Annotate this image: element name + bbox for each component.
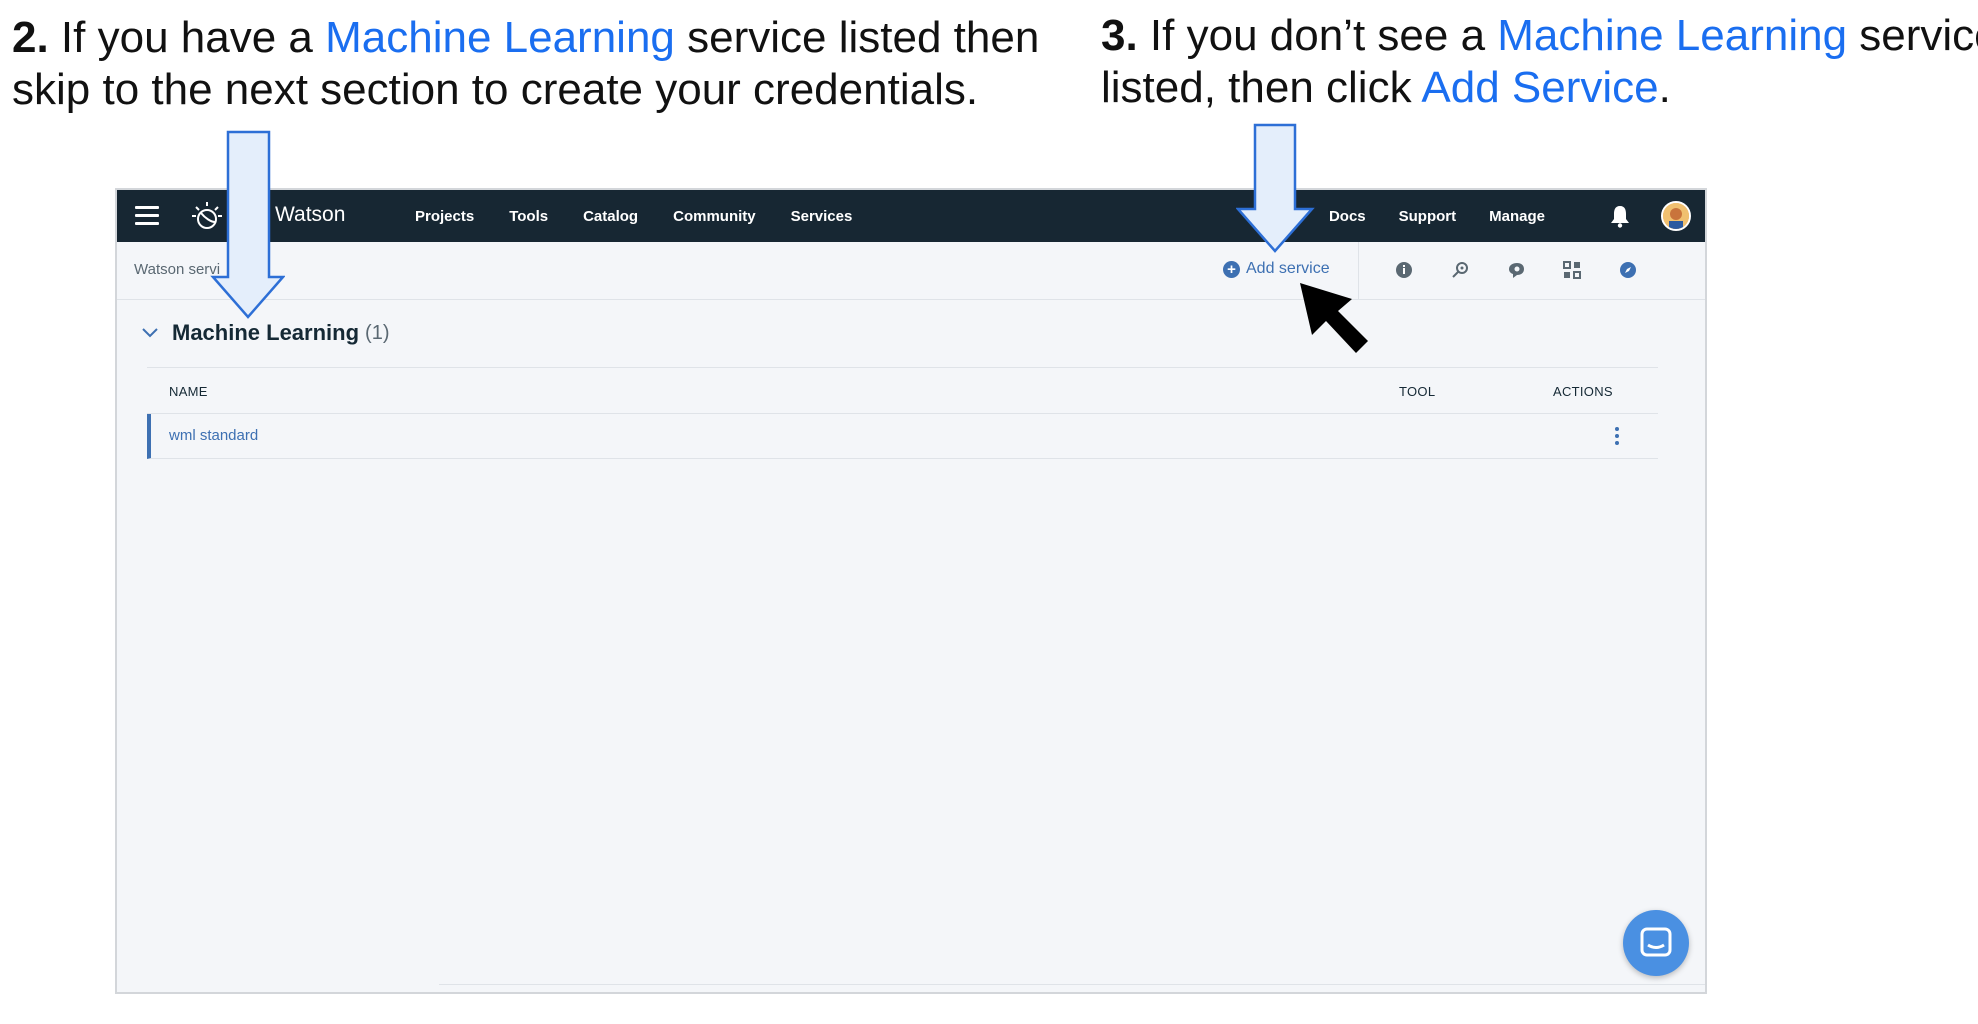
chat-icon[interactable] xyxy=(1505,259,1527,281)
instruction-text: service xyxy=(1859,11,1978,60)
section-count: (1) xyxy=(365,321,390,344)
nav-support[interactable]: Support xyxy=(1399,208,1457,225)
instruction-step-3-line-2: listed, then click Add Service. xyxy=(1101,62,1978,114)
key-search-icon[interactable] xyxy=(1449,259,1471,281)
nav-services[interactable]: Services xyxy=(791,208,853,225)
nav-tools[interactable]: Tools xyxy=(509,208,548,225)
step-number: 3. xyxy=(1101,11,1138,60)
hamburger-menu-icon[interactable] xyxy=(135,206,159,226)
divider xyxy=(439,984,1705,985)
column-header-actions: ACTIONS xyxy=(1553,384,1613,399)
plus-circle-icon: + xyxy=(1223,260,1240,278)
instruction-text: listed, then click xyxy=(1101,63,1422,112)
instruction-step-3-line-1: 3. If you don’t see a Machine Learning s… xyxy=(1101,10,1978,62)
nav-projects[interactable]: Projects xyxy=(415,208,474,225)
instruction-step-2-line-2: skip to the next section to create your … xyxy=(12,65,979,114)
chat-launcher-button[interactable] xyxy=(1623,910,1689,976)
mouse-cursor-icon xyxy=(1300,283,1368,353)
app-window: Watson Projects Tools Catalog Community … xyxy=(115,188,1707,994)
down-arrow-icon xyxy=(210,130,285,319)
table-row[interactable]: wml standard xyxy=(147,414,1658,459)
table-header: NAME TOOL ACTIONS xyxy=(147,367,1658,414)
section-title: Machine Learning xyxy=(172,320,360,345)
instruction-highlight: Machine Learning xyxy=(1497,11,1848,60)
info-icon[interactable] xyxy=(1393,259,1415,281)
column-header-name[interactable]: NAME xyxy=(169,384,208,399)
instruction-step-3: 3. If you don’t see a Machine Learning s… xyxy=(1101,10,1978,114)
instruction-text: service listed then xyxy=(674,13,1040,62)
primary-nav: Projects Tools Catalog Community Service… xyxy=(415,190,887,242)
chat-bubble-icon xyxy=(1640,927,1672,957)
instruction-step-2: 2. If you have a Machine Learning servic… xyxy=(12,12,1039,116)
add-service-button[interactable]: + Add service xyxy=(1223,260,1330,278)
instruction-highlight: Machine Learning xyxy=(325,13,675,62)
down-arrow-icon xyxy=(1236,123,1315,253)
avatar[interactable] xyxy=(1661,201,1691,231)
nav-manage[interactable]: Manage xyxy=(1489,208,1545,225)
chevron-down-icon[interactable] xyxy=(142,328,158,338)
secondary-nav: Docs Support Manage xyxy=(1296,190,1545,242)
nav-catalog[interactable]: Catalog xyxy=(583,208,638,225)
instruction-step-2-line-1: 2. If you have a Machine Learning servic… xyxy=(12,12,1039,64)
services-table: NAME TOOL ACTIONS wml standard xyxy=(147,367,1658,459)
instruction-text: If you have a xyxy=(48,13,326,62)
toolbar: Watson servi + Add service xyxy=(117,242,1705,300)
overflow-menu-icon[interactable] xyxy=(1614,425,1620,447)
instruction-highlight: Add Service xyxy=(1421,63,1659,112)
nav-docs[interactable]: Docs xyxy=(1329,208,1366,225)
instruction-text: . xyxy=(1658,63,1671,112)
apps-grid-icon[interactable] xyxy=(1561,259,1583,281)
compass-icon[interactable] xyxy=(1617,259,1639,281)
service-name-link[interactable]: wml standard xyxy=(169,427,258,444)
top-nav: Watson Projects Tools Catalog Community … xyxy=(117,190,1705,242)
bell-icon[interactable] xyxy=(1609,204,1631,228)
step-number: 2. xyxy=(12,13,49,62)
instruction-text: If you don’t see a xyxy=(1137,11,1498,60)
column-header-tool: TOOL xyxy=(1399,384,1436,399)
nav-community[interactable]: Community xyxy=(673,208,756,225)
add-service-label: Add service xyxy=(1246,260,1330,277)
brand-name[interactable]: Watson xyxy=(275,203,345,227)
section-header[interactable]: Machine Learning (1) xyxy=(142,320,390,346)
